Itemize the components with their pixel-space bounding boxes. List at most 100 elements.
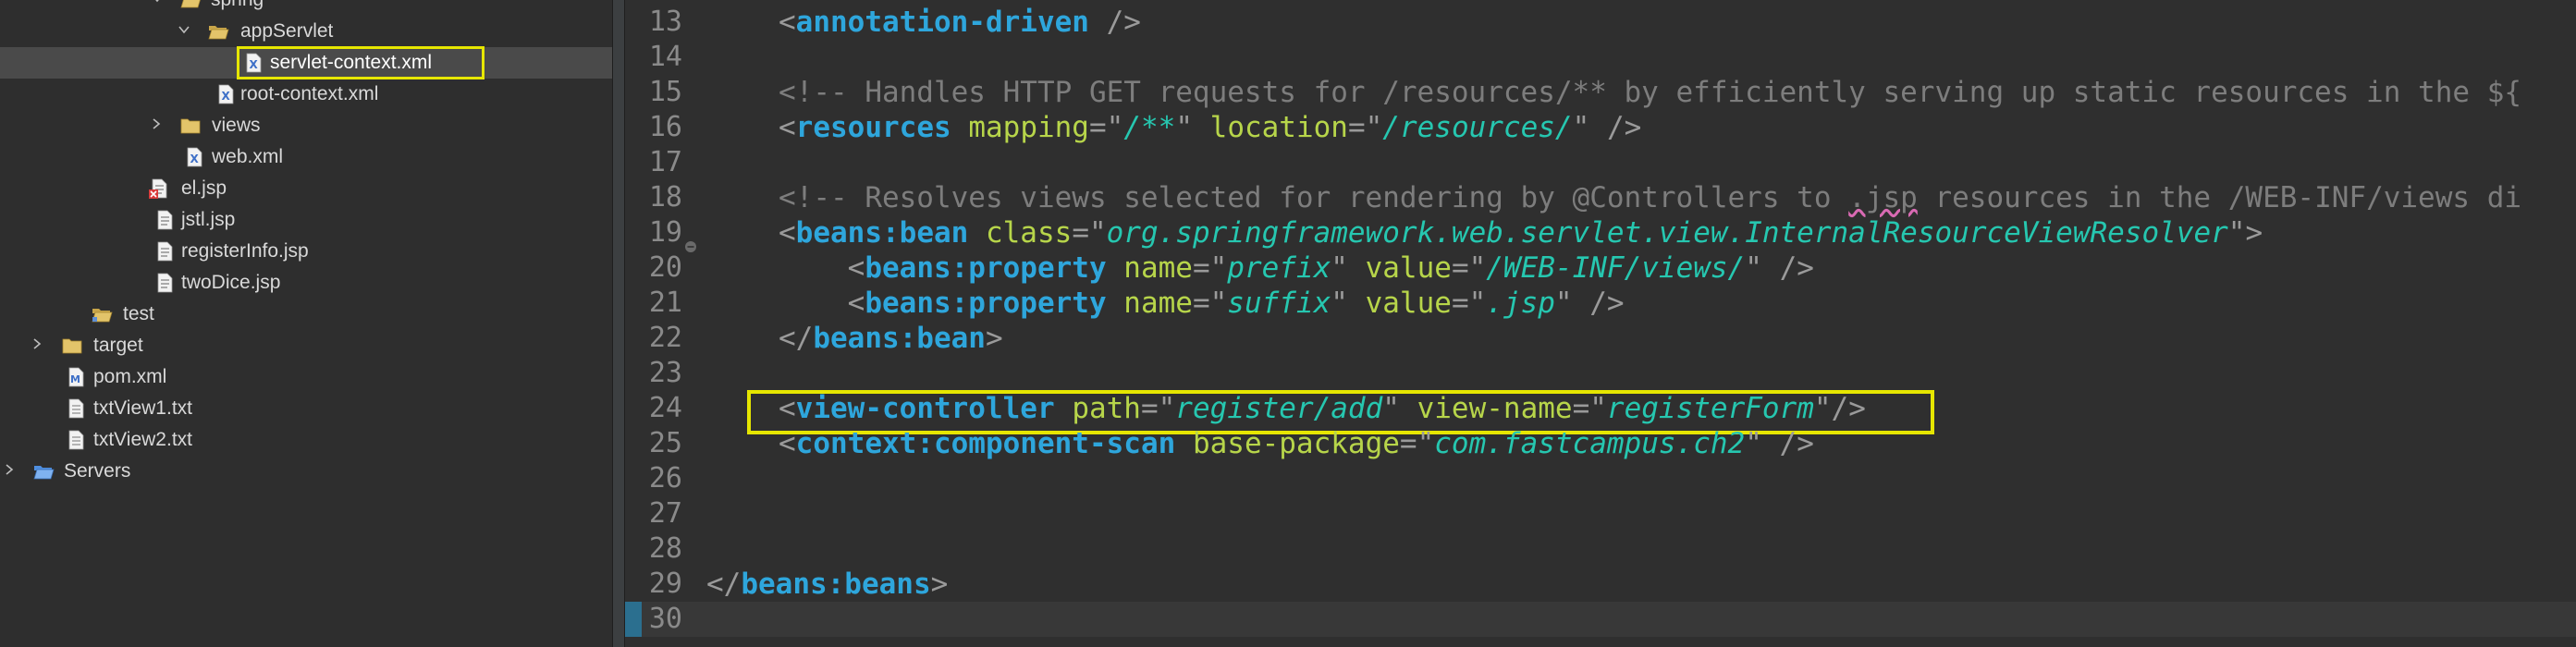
tree-item-target[interactable]: target bbox=[0, 330, 612, 361]
code-text: <resources mapping="/**" location="/reso… bbox=[779, 110, 1641, 145]
xml-file-icon: X bbox=[183, 146, 205, 168]
code-text: <!-- Resolves views selected for renderi… bbox=[779, 180, 2521, 215]
project-explorer: springappServletXservlet-context.xmlXroo… bbox=[0, 0, 612, 647]
code-line[interactable]: 22 </beans:bean> bbox=[625, 321, 2576, 356]
tree-item-root-context-xml[interactable]: Xroot-context.xml bbox=[0, 79, 612, 110]
code-token-punc: " bbox=[1572, 111, 1590, 144]
line-number: 30 bbox=[648, 603, 682, 635]
code-line[interactable]: 19 <beans:bean class="org.springframework… bbox=[625, 215, 2576, 252]
code-line[interactable]: 30 bbox=[625, 602, 2576, 637]
code-line[interactable]: 17 bbox=[625, 145, 2576, 180]
tree-item-pom-xml[interactable]: Mpom.xml bbox=[0, 361, 612, 393]
panel-splitter[interactable] bbox=[612, 0, 625, 647]
tree-item-txtview2-txt[interactable]: txtView2.txt bbox=[0, 424, 612, 456]
code-text: <beans:property name="prefix" value="/WE… bbox=[779, 250, 1814, 286]
fold-toggle-icon[interactable] bbox=[684, 226, 697, 252]
line-number: 19 bbox=[648, 216, 682, 249]
code-token-tag: annotation-driven bbox=[795, 6, 1089, 39]
code-token-attr: name bbox=[1123, 287, 1193, 320]
code-editor[interactable]: 13 <annotation-driven /> 14 15 <!-- Handles … bbox=[625, 0, 2576, 647]
tree-item-label: views bbox=[212, 115, 261, 136]
code-text: <context:component-scan base-package="co… bbox=[779, 426, 1814, 461]
code-line[interactable]: 25 <context:component-scan base-package="… bbox=[625, 426, 2576, 461]
code-line[interactable]: 27 bbox=[625, 496, 2576, 531]
tree-item-spring[interactable]: spring bbox=[0, 0, 612, 16]
code-text: <beans:bean class="org.springframework.w… bbox=[779, 215, 2263, 250]
tree-item-test[interactable]: test bbox=[0, 299, 612, 330]
code-token-str: org.springframework.web.servlet.view.Int… bbox=[1106, 216, 2228, 250]
code-token-tag: beans:bean bbox=[795, 216, 969, 250]
code-token-punc: < bbox=[779, 427, 796, 460]
line-number: 15 bbox=[648, 76, 682, 108]
line-number: 14 bbox=[648, 41, 682, 73]
code-token-punc: < bbox=[779, 216, 796, 250]
code-token-punc: " bbox=[1331, 287, 1348, 320]
code-token-str: prefix bbox=[1227, 251, 1331, 285]
line-number: 20 bbox=[648, 251, 682, 284]
line-number: 28 bbox=[648, 532, 682, 565]
code-line[interactable]: 18 <!-- Resolves views selected for rende… bbox=[625, 180, 2576, 215]
tree-item-label: twoDice.jsp bbox=[181, 272, 281, 293]
code-line[interactable]: 15 <!-- Handles HTTP GET requests for /re… bbox=[625, 75, 2576, 110]
chevron-down-icon[interactable] bbox=[152, 0, 163, 4]
code-text: <beans:property name="suffix" value=".js… bbox=[779, 286, 1625, 321]
code-line[interactable]: 26 bbox=[625, 461, 2576, 496]
tree-item-label: txtView1.txt bbox=[93, 397, 192, 419]
code-token-comment-warn: .jsp bbox=[1848, 181, 1918, 214]
tree-item-jstl-jsp[interactable]: jstl.jsp bbox=[0, 204, 612, 236]
code-token-attr: location bbox=[1209, 111, 1348, 144]
code-line[interactable]: 21 <beans:property name="suffix" value="… bbox=[625, 286, 2576, 321]
chevron-right-icon[interactable] bbox=[31, 338, 43, 349]
line-number: 26 bbox=[648, 462, 682, 494]
code-text: <!-- Handles HTTP GET requests for /reso… bbox=[779, 75, 2521, 110]
tree-item-el-jsp[interactable]: el.jsp bbox=[0, 173, 612, 204]
tree-item-label: appServlet bbox=[240, 20, 334, 42]
svg-text:X: X bbox=[222, 90, 231, 103]
tree-item-web-xml[interactable]: Xweb.xml bbox=[0, 141, 612, 173]
tree-item-registerinfo-jsp[interactable]: registerInfo.jsp bbox=[0, 236, 612, 267]
chevron-right-icon[interactable] bbox=[151, 118, 162, 129]
code-token-punc: /> bbox=[1779, 427, 1814, 460]
tree-item-views[interactable]: views bbox=[0, 110, 612, 141]
chevron-down-icon[interactable] bbox=[178, 24, 190, 35]
code-line[interactable]: 14 bbox=[625, 40, 2576, 75]
code-token-punc: =" bbox=[1192, 287, 1228, 320]
code-token-attr: value bbox=[1365, 287, 1452, 320]
code-line[interactable]: 13 <annotation-driven /> bbox=[625, 5, 2576, 40]
jsp-file-icon bbox=[153, 272, 176, 294]
code-line[interactable]: 28 bbox=[625, 531, 2576, 567]
code-token-comment: <!-- Handles HTTP GET requests for /reso… bbox=[779, 76, 2522, 109]
code-token-punc: " bbox=[1745, 427, 1762, 460]
tree-item-servers[interactable]: Servers bbox=[0, 456, 612, 487]
code-line[interactable]: 16 <resources mapping="/**" location="/re… bbox=[625, 110, 2576, 145]
tree-item-txtview1-txt[interactable]: txtView1.txt bbox=[0, 393, 612, 424]
text-file-icon bbox=[65, 397, 87, 420]
tree-item-appservlet[interactable]: appServlet bbox=[0, 16, 612, 47]
tree-item-label: web.xml bbox=[212, 146, 284, 167]
line-number: 17 bbox=[648, 146, 682, 178]
code-token-tag: beans:beans bbox=[741, 568, 931, 601]
code-token-str: /WEB-INF/views/ bbox=[1486, 251, 1746, 285]
tree-item-twodice-jsp[interactable]: twoDice.jsp bbox=[0, 267, 612, 299]
code-token-punc: /> bbox=[1606, 111, 1642, 144]
tree-item-label: root-context.xml bbox=[240, 83, 379, 104]
line-number: 25 bbox=[648, 427, 682, 459]
line-number: 16 bbox=[648, 111, 682, 143]
xml-file-icon: X bbox=[215, 83, 237, 105]
chevron-right-icon[interactable] bbox=[4, 464, 15, 475]
code-token-attr: value bbox=[1365, 251, 1452, 285]
code-line[interactable]: 29 </beans:beans> bbox=[625, 567, 2576, 602]
code-token-punc: =" bbox=[1451, 251, 1487, 285]
code-line[interactable]: 20 <beans:property name="prefix" value="… bbox=[625, 250, 2576, 286]
code-token-str: /** bbox=[1123, 111, 1176, 144]
code-token-punc: " bbox=[1175, 111, 1193, 144]
code-text: </beans:bean> bbox=[779, 321, 1003, 356]
tree-item-label: jstl.jsp bbox=[181, 209, 236, 230]
code-line[interactable]: 23 bbox=[625, 356, 2576, 391]
